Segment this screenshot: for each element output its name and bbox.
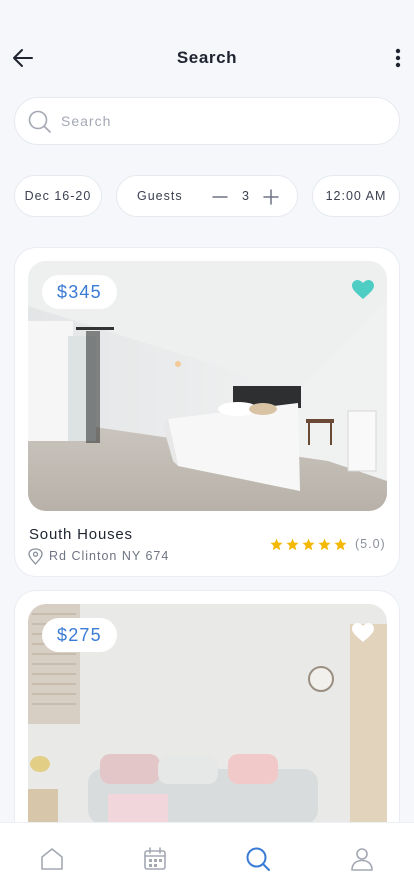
property-name: South Houses xyxy=(29,526,133,543)
location-pin-icon xyxy=(28,548,43,565)
time-filter[interactable]: 12:00 AM xyxy=(312,175,400,217)
more-options-icon[interactable] xyxy=(390,44,406,72)
property-location: Rd Clinton NY 674 xyxy=(49,549,170,563)
guests-count: 3 xyxy=(242,189,250,203)
time-filter-label: 12:00 AM xyxy=(325,189,387,203)
plus-icon[interactable] xyxy=(262,188,280,206)
star-icon xyxy=(286,538,299,551)
search-input[interactable] xyxy=(61,98,381,144)
date-filter[interactable]: Dec 16-20 xyxy=(14,175,102,217)
bottom-tab-bar xyxy=(0,822,414,896)
app-header: Search xyxy=(0,0,414,100)
search-bar[interactable] xyxy=(14,97,400,145)
heart-icon[interactable] xyxy=(351,279,375,301)
star-icon xyxy=(318,538,331,551)
star-rating xyxy=(270,538,347,551)
guests-label: Guests xyxy=(137,189,183,203)
guests-filter: Guests 3 xyxy=(116,175,298,217)
price-tag: $345 xyxy=(42,275,117,309)
listing-card[interactable]: $345 South Houses Rd Clinton NY 674 (5.0… xyxy=(14,247,400,577)
date-filter-label: Dec 16-20 xyxy=(24,189,92,203)
minus-icon[interactable] xyxy=(211,188,229,206)
star-icon xyxy=(302,538,315,551)
search-tab-icon[interactable] xyxy=(244,845,272,873)
rating-value: (5.0) xyxy=(355,537,386,551)
search-icon xyxy=(28,110,51,133)
listing-photo: $345 xyxy=(28,261,387,511)
home-icon[interactable] xyxy=(38,845,66,873)
star-icon xyxy=(334,538,347,551)
page-title: Search xyxy=(176,48,238,67)
star-icon xyxy=(270,538,283,551)
calendar-icon[interactable] xyxy=(141,845,169,873)
price-tag: $275 xyxy=(42,618,117,652)
heart-icon[interactable] xyxy=(351,622,375,644)
profile-icon[interactable] xyxy=(348,845,376,873)
